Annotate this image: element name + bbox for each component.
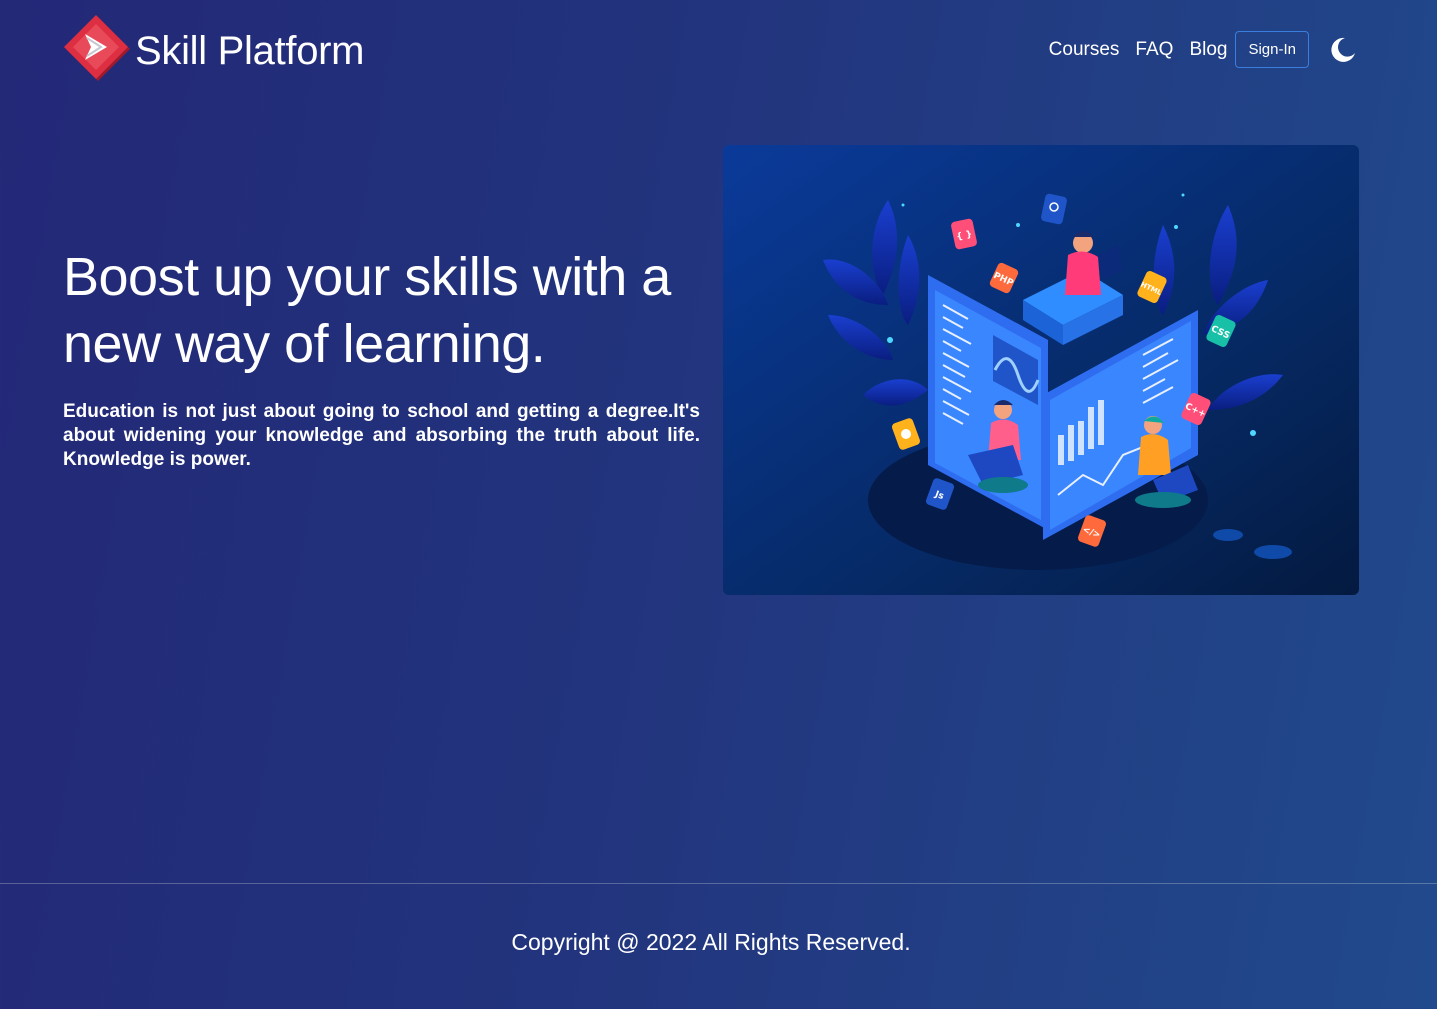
nav-links: Courses FAQ Blog Sign-In [1049, 31, 1357, 68]
navbar: Skill Platform Courses FAQ Blog Sign-In [0, 0, 1437, 100]
nav-link-courses[interactable]: Courses [1049, 32, 1120, 68]
hero-description: Education is not just about going to sch… [63, 401, 700, 470]
copyright-text: Copyright @ 2022 All Rights Reserved. [511, 929, 911, 955]
signin-button[interactable]: Sign-In [1235, 31, 1309, 68]
hero-section: Boost up your skills with a new way of l… [63, 244, 700, 491]
hero-title: Boost up your skills with a new way of l… [63, 247, 671, 374]
online-learning-illustration: { } PHP HTML CSS C++ Js </> [723, 145, 1359, 595]
brand-link[interactable]: Skill Platform [63, 14, 364, 89]
brand-name: Skill Platform [135, 29, 365, 73]
play-logo-icon [63, 14, 133, 89]
nav-link-blog[interactable]: Blog [1189, 32, 1227, 68]
nav-link-faq[interactable]: FAQ [1135, 32, 1173, 68]
footer: Copyright @ 2022 All Rights Reserved. [0, 883, 1437, 1009]
moon-icon[interactable] [1329, 36, 1357, 64]
